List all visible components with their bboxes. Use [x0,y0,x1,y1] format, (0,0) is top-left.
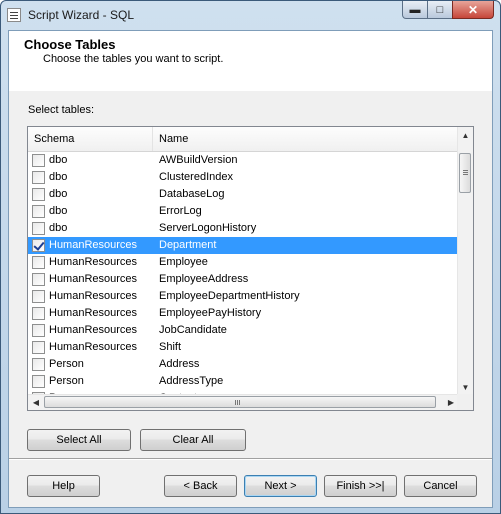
close-button[interactable]: ✕ [452,1,494,19]
row-checkbox[interactable] [32,256,45,269]
table-row[interactable]: Person AddressType [28,373,459,390]
table-row[interactable]: HumanResources EmployeeDepartmentHistory [28,288,459,305]
dialog-client-area: Choose Tables Choose the tables you want… [8,30,493,508]
cell-schema: HumanResources [49,307,138,319]
column-header-schema[interactable]: Schema [28,127,153,151]
row-checkbox[interactable] [32,239,45,252]
cell-name: Employee [159,256,208,268]
row-checkbox[interactable] [32,154,45,167]
cell-schema: Person [49,358,84,370]
cell-name: DatabaseLog [159,188,225,200]
listview-rows: dbo AWBuildVersion dbo ClusteredIndex dbo Dat… [28,152,459,395]
footer-divider [9,458,492,460]
table-row[interactable]: HumanResources Shift [28,339,459,356]
cell-schema: HumanResources [49,290,138,302]
wizard-header: Choose Tables Choose the tables you want… [9,31,492,91]
app-icon [7,8,21,22]
row-checkbox[interactable] [32,205,45,218]
script-wizard-window: Script Wizard - SQL ▬ □ ✕ Choose Tables … [0,0,501,514]
cell-schema: dbo [49,171,68,183]
table-row[interactable]: HumanResources JobCandidate [28,322,459,339]
clear-all-button[interactable]: Clear All [140,429,246,451]
cell-name: EmployeeAddress [159,273,249,285]
row-checkbox[interactable] [32,222,45,235]
horizontal-scroll-thumb[interactable] [44,396,436,408]
table-row[interactable]: Person Address [28,356,459,373]
cell-name: JobCandidate [159,324,227,336]
cell-name: ErrorLog [159,205,202,217]
scroll-down-icon[interactable]: ▼ [458,379,473,395]
cell-name: Department [159,239,217,251]
cell-schema: HumanResources [49,324,138,336]
scroll-left-icon[interactable]: ◀ [28,395,44,410]
row-checkbox[interactable] [32,273,45,286]
row-checkbox[interactable] [32,290,45,303]
cell-schema: dbo [49,205,68,217]
column-header-name[interactable]: Name [153,127,459,151]
cell-name: EmployeeDepartmentHistory [159,290,300,302]
row-checkbox[interactable] [32,375,45,388]
minimize-icon: ▬ [409,3,421,16]
back-button[interactable]: < Back [164,475,237,497]
maximize-icon: □ [436,3,444,16]
header-divider [9,90,492,91]
cell-name: AWBuildVersion [159,154,238,166]
table-row[interactable]: HumanResources Department [28,237,459,254]
table-row[interactable]: dbo AWBuildVersion [28,152,459,169]
cell-name: ClusteredIndex [159,171,233,183]
row-checkbox[interactable] [32,324,45,337]
cell-schema: HumanResources [49,256,138,268]
table-row[interactable]: dbo DatabaseLog [28,186,459,203]
row-checkbox[interactable] [32,307,45,320]
finish-button[interactable]: Finish >>| [324,475,397,497]
cell-schema: dbo [49,154,68,166]
vertical-scroll-thumb[interactable] [459,153,471,193]
table-row[interactable]: HumanResources EmployeeAddress [28,271,459,288]
cell-schema: Person [49,375,84,387]
cell-schema: HumanResources [49,341,138,353]
title-bar[interactable]: Script Wizard - SQL ▬ □ ✕ [1,1,500,30]
cell-name: AddressType [159,375,224,387]
cell-schema: dbo [49,222,68,234]
scrollbar-corner [457,394,473,410]
vertical-scrollbar[interactable]: ▲ ▼ [457,127,473,395]
cancel-button[interactable]: Cancel [404,475,477,497]
cell-name: Address [159,358,200,370]
close-icon: ✕ [467,2,479,17]
cell-schema: HumanResources [49,239,138,251]
cell-name: Shift [159,341,182,353]
cell-schema: dbo [49,188,68,200]
row-checkbox[interactable] [32,341,45,354]
cell-schema: HumanResources [49,273,138,285]
cell-name: EmployeePayHistory [159,307,262,319]
table-row[interactable]: dbo ErrorLog [28,203,459,220]
row-checkbox[interactable] [32,188,45,201]
cell-name: ServerLogonHistory [159,222,257,234]
window-title: Script Wizard - SQL [28,8,135,22]
scroll-up-icon[interactable]: ▲ [458,127,473,143]
maximize-button[interactable]: □ [427,1,453,19]
help-button[interactable]: Help [27,475,100,497]
table-row[interactable]: HumanResources Employee [28,254,459,271]
tables-listview[interactable]: Schema Name dbo AWBuildVersion dbo Clustere… [27,126,474,411]
minimize-button[interactable]: ▬ [402,1,428,19]
row-checkbox[interactable] [32,171,45,184]
page-subtitle: Choose the tables you want to script. [43,53,224,65]
listview-header: Schema Name [28,127,459,152]
select-tables-label: Select tables: [28,104,95,116]
row-checkbox[interactable] [32,358,45,371]
table-row[interactable]: dbo ServerLogonHistory [28,220,459,237]
table-row[interactable]: dbo ClusteredIndex [28,169,459,186]
table-row[interactable]: HumanResources EmployeePayHistory [28,305,459,322]
next-button[interactable]: Next > [244,475,317,497]
page-title: Choose Tables [24,37,116,52]
horizontal-scrollbar[interactable]: ◀ ▶ [28,394,459,410]
select-all-button[interactable]: Select All [27,429,131,451]
